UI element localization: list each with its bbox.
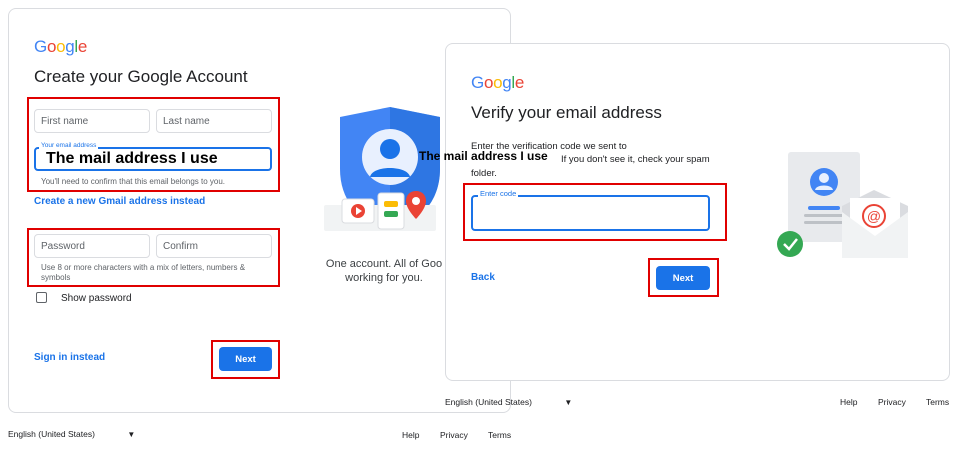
help-link-left[interactable]: Help [402, 430, 419, 440]
caption-line-1: One account. All of Goo [325, 258, 443, 270]
language-label-right: English (United States) [445, 397, 532, 407]
annotation-box-next-left [211, 340, 280, 379]
help-link-right[interactable]: Help [840, 397, 857, 407]
terms-link-right[interactable]: Terms [926, 397, 949, 407]
caption-line-2: working for you. [345, 272, 423, 284]
annotation-box-next-right [648, 258, 719, 297]
sign-in-link[interactable]: Sign in instead [34, 352, 105, 363]
show-password-label: Show password [61, 293, 132, 304]
privacy-link-left[interactable]: Privacy [440, 430, 468, 440]
account-shield-illustration [324, 107, 440, 231]
google-logo: Google [34, 37, 88, 56]
dropdown-arrow-icon-right: ▼ [564, 398, 573, 407]
google-logo-right: Google [471, 73, 525, 92]
terms-link-left[interactable]: Terms [488, 430, 511, 440]
verify-instructions-line-3: folder. [471, 168, 497, 179]
illustration-caption: One account. All of Goo working for you. [325, 257, 443, 285]
back-link[interactable]: Back [471, 272, 495, 283]
privacy-link-right[interactable]: Privacy [878, 397, 906, 407]
email-overlay-text: The mail address I use [419, 149, 548, 163]
svg-text:@: @ [867, 208, 881, 224]
annotation-box-password [27, 228, 280, 287]
annotation-box-name-email [27, 97, 280, 192]
verify-title: Verify your email address [471, 103, 662, 122]
show-password-checkbox[interactable] [36, 292, 47, 303]
dropdown-arrow-icon: ▼ [127, 430, 136, 439]
language-selector-left[interactable]: English (United States) ▼ [8, 429, 135, 439]
create-gmail-link[interactable]: Create a new Gmail address instead [34, 196, 205, 207]
page-title: Create your Google Account [34, 67, 248, 86]
language-label: English (United States) [8, 429, 95, 439]
verify-instructions-line-2: If you don't see it, check your spam [561, 154, 710, 165]
annotation-box-code [463, 183, 727, 241]
verify-email-illustration: @ [777, 152, 908, 258]
language-selector-right[interactable]: English (United States) ▼ [445, 397, 572, 407]
